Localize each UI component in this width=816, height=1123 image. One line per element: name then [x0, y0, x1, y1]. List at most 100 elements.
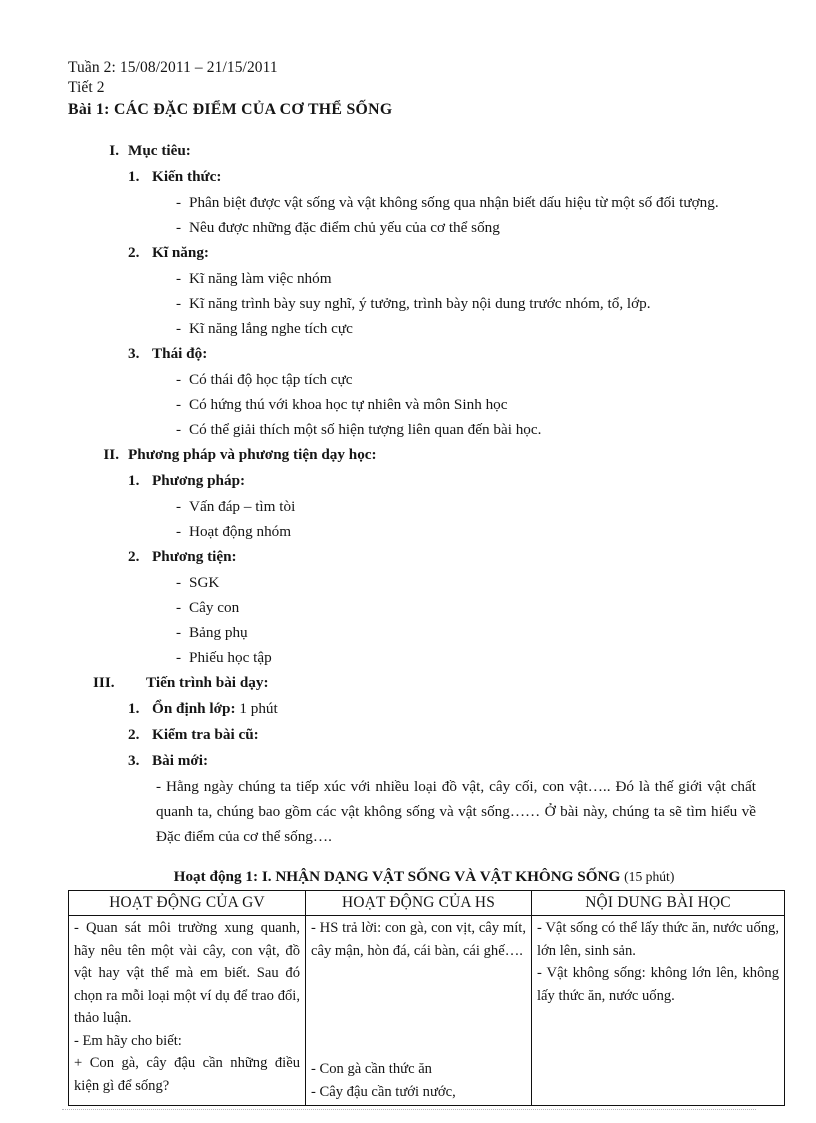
subsection-iii-1-heading: 1. Ổn định lớp: 1 phút — [128, 696, 758, 722]
column-header-gv: HOẠT ĐỘNG CỦA GV — [68, 890, 306, 916]
list-item-text: SGK — [189, 574, 220, 591]
section-i-title: Mục tiêu: — [128, 142, 191, 159]
list-item: - Kĩ năng làm việc nhóm — [176, 266, 758, 291]
cell-text: - Vật sống có thể lấy thức ăn, nước uống… — [537, 920, 779, 959]
section-iii-title: Tiến trình bài dạy: — [146, 674, 269, 691]
activity-caption-text: Hoạt động 1: I. NHẬN DẠNG VẬT SỐNG VÀ VẬ… — [173, 868, 621, 885]
list-item-text: Nêu được những đặc điểm chủ yếu của cơ t… — [189, 219, 500, 236]
activity-duration: (15 phút) — [624, 869, 675, 884]
list-item-text: Có thể giải thích một số hiện tượng liên… — [189, 421, 542, 438]
document-content: Tuần 2: 15/08/2011 – 21/15/2011 Tiết 2 B… — [68, 58, 785, 1106]
subsection-i-1-title: Kiến thức: — [152, 168, 222, 185]
list-item: - Kĩ năng lắng nghe tích cực — [176, 316, 758, 341]
cell-text: - Con gà cần thức ăn — [311, 1061, 432, 1077]
subsection-iii-2-marker: 2. — [128, 726, 140, 743]
subsection-iii-1-marker: 1. — [128, 700, 140, 717]
section-iii-heading: III. Tiến trình bài dạy: — [93, 670, 758, 696]
list-item: - SGK — [176, 570, 758, 595]
table-row: - Quan sát môi trường xung quanh, hãy nê… — [68, 915, 785, 1106]
list-item: - Nêu được những đặc điểm chủ yếu của cơ… — [176, 215, 758, 240]
section-i-numeral: I. — [109, 142, 119, 159]
section-iii-numeral: III. — [93, 674, 115, 691]
list-item: - Vấn đáp – tìm tòi — [176, 494, 758, 519]
subsection-ii-2-heading: 2. Phương tiện: — [128, 544, 758, 570]
subsection-i-1-marker: 1. — [128, 168, 140, 185]
subsection-i-1-heading: 1. Kiến thức: — [128, 164, 758, 190]
column-header-hs: HOẠT ĐỘNG CỦA HS — [305, 890, 532, 916]
subsection-iii-2-title: Kiểm tra bài cũ: — [152, 726, 259, 743]
list-item: - Hoạt động nhóm — [176, 519, 758, 544]
subsection-ii-2-title: Phương tiện: — [152, 548, 237, 565]
cell-hs-1: - HS trả lời: con gà, con vịt, cây mít, … — [305, 915, 532, 1106]
cell-gv-1: - Quan sát môi trường xung quanh, hãy nê… — [68, 915, 306, 1106]
dash-bullet-icon: - — [176, 320, 182, 337]
subsection-ii-1-title: Phương pháp: — [152, 472, 246, 489]
dash-bullet-icon: - — [176, 371, 182, 388]
subsection-ii-1-heading: 1. Phương pháp: — [128, 468, 758, 494]
list-item-text: Cây con — [189, 599, 240, 616]
list-item-text: Phiếu học tập — [189, 649, 272, 666]
subsection-iii-3-marker: 3. — [128, 752, 140, 769]
section-ii: II. Phương pháp và phương tiện dạy học: … — [68, 442, 758, 670]
dash-bullet-icon: - — [176, 421, 182, 438]
lesson-title: Bài 1: CÁC ĐẶC ĐIỂM CỦA CƠ THỂ SỐNG — [68, 101, 393, 118]
lesson-intro-paragraph: - Hằng ngày chúng ta tiếp xúc với nhiều … — [156, 778, 756, 845]
list-item-text: Kĩ năng lắng nghe tích cực — [189, 320, 353, 337]
week-line: Tuần 2: 15/08/2011 – 21/15/2011 — [68, 59, 278, 76]
list-item: - Có thể giải thích một số hiện tượng li… — [176, 417, 758, 442]
dash-bullet-icon: - — [176, 194, 182, 211]
list-item: - Có hứng thú với khoa học tự nhiên và m… — [176, 392, 758, 417]
dash-bullet-icon: - — [176, 574, 182, 591]
dash-bullet-icon: - — [176, 270, 182, 287]
cell-text: - Em hãy cho biết: — [74, 1032, 182, 1049]
subsection-iii-1-title: Ổn định lớp: 1 phút — [152, 696, 278, 722]
cell-text: + Con gà, cây đậu cần những điều kiện gì… — [74, 1055, 300, 1094]
list-item-text: Có thái độ học tập tích cực — [189, 371, 353, 388]
subsection-ii-1-marker: 1. — [128, 472, 140, 489]
cell-nd-1: - Vật sống có thể lấy thức ăn, nước uống… — [531, 915, 785, 1106]
section-i: I. Mục tiêu: 1. Kiến thức: - Phân biệt đ… — [68, 138, 758, 442]
section-i-heading: I. Mục tiêu: — [93, 138, 758, 164]
list-item-text: Kĩ năng trình bày suy nghĩ, ý tưởng, trì… — [189, 295, 651, 312]
dash-bullet-icon: - — [176, 649, 182, 666]
list-item: - Có thái độ học tập tích cực — [176, 367, 758, 392]
list-item-text: Kĩ năng làm việc nhóm — [189, 270, 332, 287]
dash-bullet-icon: - — [176, 523, 182, 540]
document-page: Tuần 2: 15/08/2011 – 21/15/2011 Tiết 2 B… — [0, 0, 816, 1123]
dash-bullet-icon: - — [176, 396, 182, 413]
list-item-text: Bảng phụ — [189, 624, 248, 641]
cell-text: - Vật không sống: không lớn lên, không l… — [537, 965, 779, 1004]
table-header-row: HOẠT ĐỘNG CỦA GV HOẠT ĐỘNG CỦA HS NỘI DU… — [68, 890, 785, 916]
section-ii-heading: II. Phương pháp và phương tiện dạy học: — [93, 442, 758, 468]
list-item: - Phiếu học tập — [176, 645, 758, 670]
subsection-iii-1-title-suffix: 1 phút — [235, 700, 278, 717]
list-item-text: Phân biệt được vật sống và vật không sốn… — [189, 194, 719, 211]
period-line: Tiết 2 — [68, 79, 105, 96]
subsection-i-2-heading: 2. Kĩ năng: — [128, 240, 758, 266]
section-ii-numeral: II. — [103, 446, 119, 463]
subsection-i-3-marker: 3. — [128, 345, 140, 362]
cell-text: - Quan sát môi trường xung quanh, hãy nê… — [74, 920, 300, 1026]
list-item: - Kĩ năng trình bày suy nghĩ, ý tưởng, t… — [176, 291, 758, 316]
list-item: - Bảng phụ — [176, 620, 758, 645]
list-item: - Cây con — [176, 595, 758, 620]
list-item-text: Có hứng thú với khoa học tự nhiên và môn… — [189, 396, 508, 413]
activity-caption: Hoạt động 1: I. NHẬN DẠNG VẬT SỐNG VÀ VẬ… — [68, 867, 758, 887]
subsection-iii-3-title: Bài mới: — [152, 752, 209, 769]
dash-bullet-icon: - — [176, 295, 182, 312]
activity-table: HOẠT ĐỘNG CỦA GV HOẠT ĐỘNG CỦA HS NỘI DU… — [68, 890, 785, 1106]
subsection-iii-2-heading: 2. Kiểm tra bài cũ: — [128, 722, 758, 748]
column-header-nd: NỘI DUNG BÀI HỌC — [531, 890, 785, 916]
dash-bullet-icon: - — [176, 624, 182, 641]
subsection-iii-3-heading: 3. Bài mới: — [128, 748, 758, 774]
footer-divider — [62, 1109, 756, 1110]
subsection-i-3-heading: 3. Thái độ: — [128, 341, 758, 367]
cell-text: - HS trả lời: con gà, con vịt, cây mít, … — [311, 920, 526, 959]
subsection-ii-2-marker: 2. — [128, 548, 140, 565]
list-item-text: Hoạt động nhóm — [189, 523, 292, 540]
section-iii: III. Tiến trình bài dạy: 1. Ổn định lớp:… — [68, 670, 758, 849]
subsection-iii-1-title-text: Ổn định lớp: — [152, 700, 236, 717]
list-item: - Phân biệt được vật sống và vật không s… — [176, 190, 770, 215]
activity-section: Hoạt động 1: I. NHẬN DẠNG VẬT SỐNG VÀ VẬ… — [68, 867, 785, 1106]
dash-bullet-icon: - — [176, 219, 182, 236]
